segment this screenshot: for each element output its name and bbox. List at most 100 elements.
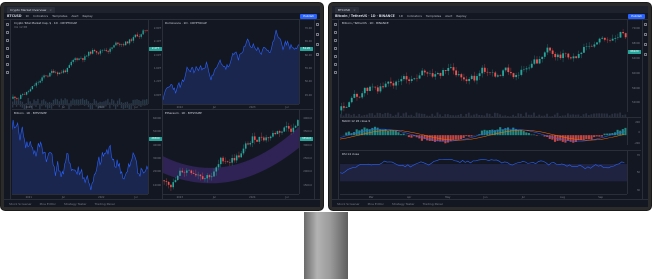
chart-pane-ethereum[interactable]: Ethereum · 1D · BITSTAMP 4000.0 3500.0 300… bbox=[163, 110, 313, 199]
alerts-icon[interactable] bbox=[316, 33, 319, 36]
toolbar-indicators[interactable]: Indicators bbox=[407, 14, 422, 18]
calendar-icon[interactable] bbox=[316, 53, 319, 56]
price-axis[interactable]: 60000 50000 40000 30000 20000 10000 26500 bbox=[148, 110, 162, 194]
chart-pane-btc-main[interactable]: Bitcoin / TetherUS · 1D · BINANCE 72000 6… bbox=[340, 20, 641, 119]
close-icon[interactable]: × bbox=[353, 8, 356, 12]
candle bbox=[350, 97, 353, 103]
symbol-search[interactable]: Bitcoin / TetherUS · 1D · BINANCE bbox=[335, 14, 395, 18]
time-axis[interactable]: 2023 Jul 2024 Jul bbox=[12, 104, 148, 109]
candle bbox=[348, 102, 351, 108]
pane-legend: RSI 14 close bbox=[342, 152, 359, 156]
publish-button[interactable]: Publish bbox=[300, 13, 317, 19]
macd-histogram-bar bbox=[582, 135, 585, 141]
watchlist-icon[interactable] bbox=[316, 23, 319, 26]
close-icon[interactable]: × bbox=[49, 8, 52, 12]
bottom-tab-screener[interactable]: Stock Screener bbox=[9, 202, 32, 206]
toolbar-indicators[interactable]: Indicators bbox=[33, 14, 48, 18]
candle bbox=[192, 173, 195, 174]
fib-icon[interactable] bbox=[333, 39, 337, 42]
watchlist-icon[interactable] bbox=[644, 23, 647, 26]
time-tick-label: 2024 bbox=[98, 106, 105, 109]
candle bbox=[554, 53, 557, 58]
price-axis[interactable]: 4000.0 3500.0 3000.0 2500.0 2000.0 1500.0 3350… bbox=[299, 110, 313, 194]
bottom-tab-screener[interactable]: Stock Screener bbox=[337, 202, 360, 206]
bottom-tab-strategy-tester[interactable]: Strategy Tester bbox=[64, 202, 87, 206]
toolbar-alert[interactable]: Alert bbox=[445, 14, 452, 18]
text-icon[interactable] bbox=[5, 55, 9, 58]
candle bbox=[593, 44, 596, 47]
candle bbox=[457, 74, 460, 76]
trendline-icon[interactable] bbox=[333, 31, 337, 34]
chat-icon[interactable] bbox=[316, 43, 319, 46]
toolbar-interval[interactable]: 1D bbox=[399, 14, 403, 18]
candle bbox=[455, 70, 458, 76]
indicator-pane-rsi[interactable]: RSI 14 close 70 50 30 Mar Apr May Jun Jul Aug Sep bbox=[340, 150, 641, 199]
chat-icon[interactable] bbox=[644, 43, 647, 46]
volume-bar bbox=[559, 116, 561, 118]
pane-legend: Crypto Total Market Cap, $ · 1D · CRYPTO… bbox=[14, 21, 77, 29]
candle bbox=[179, 170, 181, 176]
brush-icon[interactable] bbox=[333, 47, 337, 50]
trendline-icon[interactable] bbox=[5, 31, 9, 34]
zoom-icon[interactable] bbox=[333, 71, 337, 74]
area-fill bbox=[12, 120, 148, 194]
price-tick-label: 10000 bbox=[153, 183, 161, 187]
volume-bar bbox=[525, 112, 528, 118]
candle bbox=[619, 32, 622, 38]
price-axis[interactable]: 200 0 -200 bbox=[627, 118, 641, 145]
chart-grid: Crypto Total Market Cap, $ · 1D · CRYPTO… bbox=[12, 20, 313, 199]
brush-icon[interactable] bbox=[5, 47, 9, 50]
candle bbox=[176, 175, 179, 181]
macd-histogram-bar bbox=[499, 127, 502, 136]
toolbar-templates[interactable]: Templates bbox=[52, 14, 67, 18]
volume-bar bbox=[465, 113, 468, 118]
text-icon[interactable] bbox=[333, 55, 337, 58]
publish-button[interactable]: Publish bbox=[628, 13, 645, 19]
toolbar-replay[interactable]: Replay bbox=[456, 14, 466, 18]
chart-pane-dominance[interactable]: Dominance · 1D · CRYPTOCAP 70.00 65.00 60.… bbox=[163, 20, 313, 109]
toolbar-replay[interactable]: Replay bbox=[83, 14, 93, 18]
toolbar-alert[interactable]: Alert bbox=[71, 14, 78, 18]
crosshair-icon[interactable] bbox=[5, 23, 9, 26]
candle bbox=[387, 81, 390, 84]
volume-bar bbox=[423, 113, 426, 118]
zoom-icon[interactable] bbox=[5, 71, 9, 74]
alerts-icon[interactable] bbox=[644, 33, 647, 36]
bottom-tab-pine-editor[interactable]: Pine Editor bbox=[40, 202, 56, 206]
bottom-tab-pine-editor[interactable]: Pine Editor bbox=[368, 202, 384, 206]
bottom-tab-strategy-tester[interactable]: Strategy Tester bbox=[392, 202, 415, 206]
indicator-pane-macd[interactable]: MACD 12 26 close 9 200 0 -200 bbox=[340, 118, 641, 151]
browser-tab[interactable]: Crypto Market Overview × bbox=[7, 6, 55, 13]
volume-bar bbox=[520, 113, 522, 118]
browser-tab[interactable]: BTCUSD × bbox=[335, 6, 359, 13]
chart-pane-bitcoin[interactable]: Bitcoin · 1D · BITSTAMP 60000 50000 40000 3… bbox=[12, 110, 162, 199]
toolbar-templates[interactable]: Templates bbox=[426, 14, 441, 18]
ruler-icon[interactable] bbox=[333, 63, 337, 66]
fib-icon[interactable] bbox=[5, 39, 9, 42]
macd-histogram-bar bbox=[533, 135, 536, 136]
price-axis[interactable]: 70.00 65.00 60.00 55.00 50.00 45.00 54.20 bbox=[299, 20, 313, 104]
indicator-legend: Vol 12.5B bbox=[14, 25, 28, 29]
candle bbox=[267, 137, 270, 139]
price-axis[interactable]: 2.80T 2.40T 2.00T 1.60T 1.20T 0.80T 2.47T bbox=[148, 20, 162, 104]
price-tick-label: 2.00T bbox=[153, 53, 161, 57]
macd-histogram-bar bbox=[606, 134, 609, 136]
candle bbox=[109, 48, 111, 52]
ruler-icon[interactable] bbox=[5, 63, 9, 66]
last-price-label: 26500 bbox=[149, 136, 162, 141]
crosshair-icon[interactable] bbox=[333, 23, 337, 26]
bottom-tab-trading-panel[interactable]: Trading Panel bbox=[423, 202, 443, 206]
toolbar-interval[interactable]: 1h bbox=[25, 14, 29, 18]
candle bbox=[444, 70, 447, 72]
chart-pane-total-market-cap[interactable]: Crypto Total Market Cap, $ · 1D · CRYPTO… bbox=[12, 20, 162, 109]
candle bbox=[528, 67, 531, 69]
symbol-search[interactable]: BTCUSD bbox=[7, 14, 21, 18]
time-axis[interactable]: 2022 Jul 2023 Jul bbox=[163, 104, 299, 109]
bottom-tab-trading-panel[interactable]: Trading Panel bbox=[95, 202, 115, 206]
candle bbox=[249, 142, 252, 145]
candle bbox=[47, 75, 49, 77]
price-axis[interactable]: 72000 68000 64000 60000 56000 52000 66120 bbox=[627, 20, 641, 113]
macd-histogram-bar bbox=[394, 131, 397, 136]
calendar-icon[interactable] bbox=[644, 53, 647, 56]
price-axis[interactable]: 70 50 30 bbox=[627, 150, 641, 194]
